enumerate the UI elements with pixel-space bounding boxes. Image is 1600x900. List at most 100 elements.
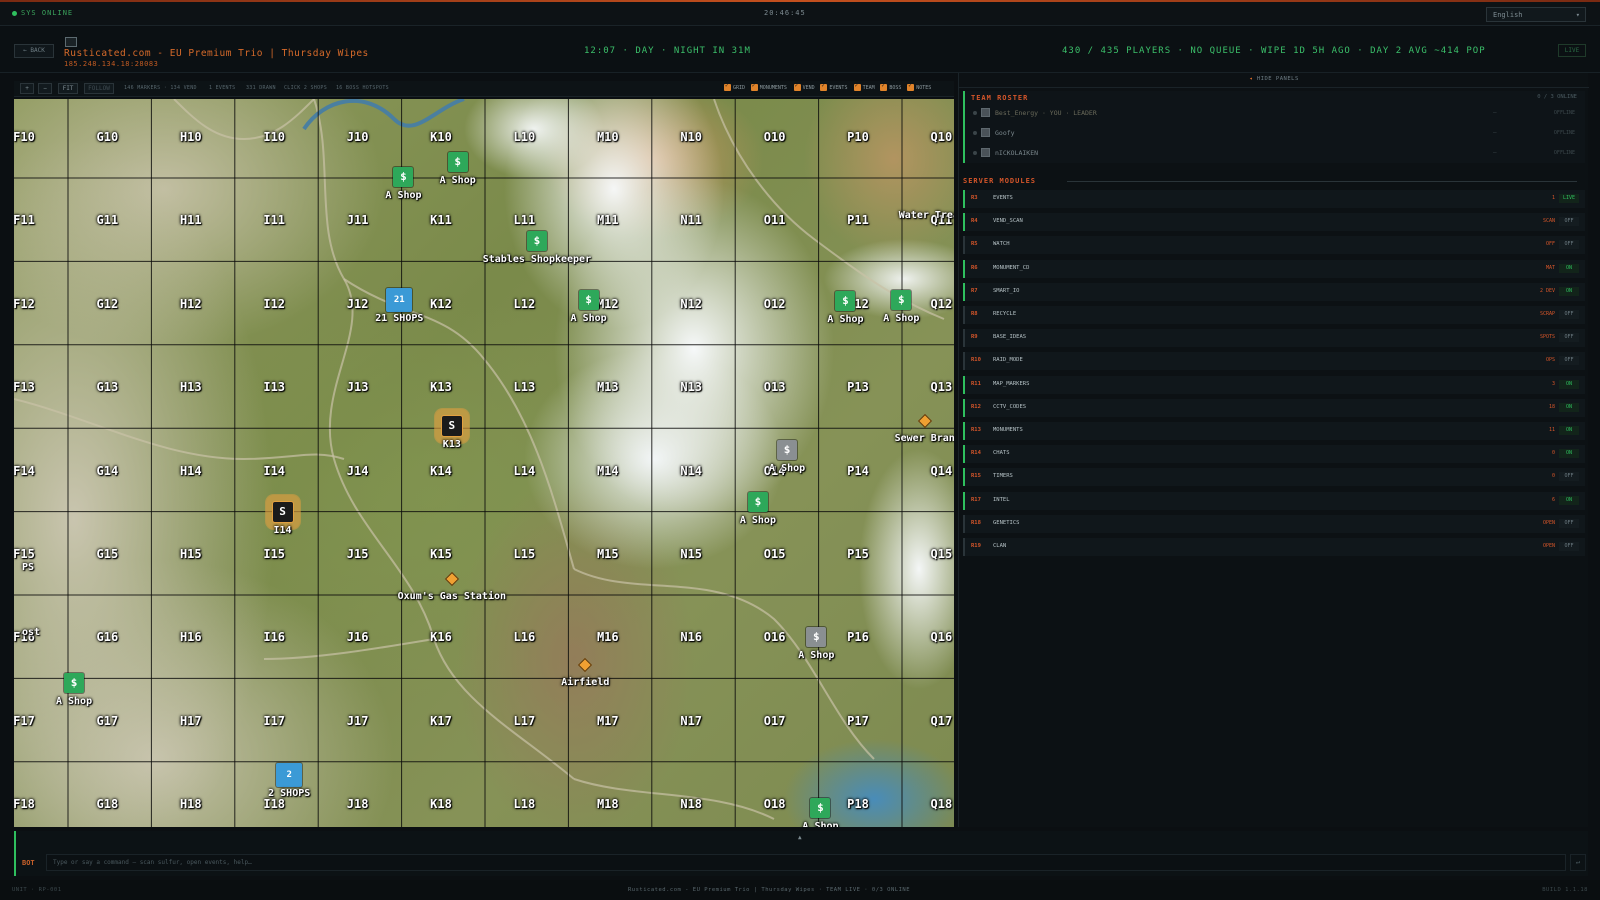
module-row[interactable]: R11 MAP_MARKERS 3 ON (963, 375, 1585, 394)
module-name: CCTV_CODES (993, 403, 1027, 410)
live-button[interactable]: LIVE (1558, 44, 1586, 57)
avatar (981, 108, 990, 117)
fit-button[interactable]: FIT (58, 83, 78, 94)
filter-boss[interactable]: BOSS (880, 82, 901, 91)
module-row[interactable]: R3 EVENTS 1 LIVE (963, 190, 1585, 208)
vending-shop-icon[interactable]: $ (891, 289, 912, 310)
world-map[interactable]: F10 G10 H10 I10 J10 K10 L10 M10 N10 O10 P10 Q10 F11 G… (14, 99, 954, 827)
module-toggle[interactable]: OFF (1559, 217, 1579, 227)
filter-vend[interactable]: VEND (793, 82, 815, 91)
module-row[interactable]: R17 INTEL 6 ON (963, 491, 1585, 510)
module-row[interactable]: R12 CCTV_CODES 18 ON (963, 398, 1585, 417)
module-toggle[interactable]: ON (1559, 449, 1579, 459)
module-meta: MAT (1545, 264, 1555, 271)
module-toggle[interactable]: ON (1559, 426, 1579, 435)
collapse-up-icon[interactable]: ▲ (798, 834, 802, 841)
module-row[interactable]: R10 RAID_MODE OPS OFF (963, 352, 1585, 371)
vending-shop-icon[interactable]: $ (806, 627, 827, 648)
avatar (981, 128, 990, 137)
right-panel: ◂ HIDE PANELS TEAM ROSTER 0 / 3 ONLINE B… (958, 73, 1589, 827)
module-toggle[interactable]: OFF (1559, 472, 1579, 482)
grid-cell-label: J11 (346, 213, 369, 228)
module-toggle[interactable]: OFF (1559, 240, 1579, 250)
module-meta: OFF (1545, 241, 1555, 248)
grid-cell-label: K15 (430, 547, 452, 561)
grid-cell-label: N12 (680, 296, 703, 311)
language-select[interactable]: English ▾ (1486, 7, 1586, 22)
filter-notes[interactable]: NOTES (907, 82, 931, 91)
module-row[interactable]: R13 MONUMENTS 11 ON (963, 422, 1585, 440)
shop-cluster-icon[interactable]: 21 (386, 287, 413, 312)
zoom-out-button[interactable]: − (38, 83, 52, 94)
module-toggle[interactable]: LIVE (1559, 194, 1579, 203)
grid-cell-label: M15 (596, 547, 619, 561)
module-row[interactable]: R18 GENETICS OPEN OFF (963, 514, 1585, 533)
vending-shop-icon[interactable]: $ (393, 167, 414, 188)
filter-monuments[interactable]: MONUMENTS (750, 82, 787, 91)
module-toggle[interactable]: ON (1559, 263, 1579, 273)
member-name: nICKOLAIKEN (995, 149, 1039, 157)
module-id: R5 (971, 241, 978, 248)
vending-shop-icon[interactable]: $ (777, 439, 798, 460)
checkbox-icon (880, 82, 888, 91)
module-toggle[interactable]: ON (1559, 402, 1579, 412)
module-row[interactable]: R9 BASE_IDEAS SPOTS OFF (963, 329, 1585, 348)
grid-cell-label: N15 (680, 547, 703, 561)
vending-shop-icon[interactable]: $ (747, 492, 768, 513)
module-toggle[interactable]: ON (1559, 495, 1579, 505)
vending-shop-icon[interactable]: $ (578, 289, 599, 310)
command-input[interactable] (46, 854, 1566, 871)
grid-cell-label: O10 (763, 130, 786, 144)
module-row[interactable]: R7 SMART_IO 2 DEV ON (963, 282, 1585, 301)
module-row[interactable]: R5 WATCH OFF OFF (963, 236, 1585, 255)
module-row[interactable]: R19 CLAN OPEN OFF (963, 538, 1585, 556)
marker-label: A Shop (55, 696, 93, 708)
module-row[interactable]: R14 CHATS 0 ON (963, 445, 1585, 464)
back-button[interactable]: ← BACK (14, 44, 54, 58)
filter-grid[interactable]: GRID (724, 82, 745, 91)
module-row[interactable]: R8 RECYCLE SCRAP OFF (963, 306, 1585, 324)
module-name: MONUMENTS (993, 427, 1023, 433)
module-toggle[interactable]: ON (1559, 379, 1579, 389)
roster-member[interactable]: nICKOLAIKEN — OFFLINE (973, 144, 1581, 162)
module-toggle[interactable]: OFF (1559, 310, 1579, 319)
grid-cell-label: Q18 (930, 797, 953, 812)
module-meta: 0 (1551, 450, 1555, 457)
vending-shop-icon[interactable]: $ (835, 291, 856, 312)
filter-events[interactable]: EVENTS (820, 82, 847, 91)
grid-cell-label: J13 (346, 380, 369, 395)
send-button[interactable]: ↵ (1570, 854, 1586, 871)
marker-label: A Shop (827, 314, 864, 326)
grid-cell-label: P11 (847, 213, 869, 228)
vending-shop-icon[interactable]: $ (64, 673, 85, 694)
shop-cluster-icon[interactable]: 2 (276, 763, 303, 787)
grid-cell-label: Q13 (930, 380, 953, 395)
module-toggle[interactable]: OFF (1559, 333, 1579, 343)
clock: 20:46:45 (764, 9, 806, 17)
grid-cell-label: P13 (847, 380, 869, 395)
module-row[interactable]: R4 VEND_SCAN SCAN OFF (963, 213, 1585, 232)
module-toggle[interactable]: ON (1559, 286, 1579, 296)
zoom-in-button[interactable]: + (20, 83, 34, 94)
grid-cell-label: K13 (430, 380, 452, 395)
boss-hotspot-icon[interactable]: S (271, 501, 294, 524)
boss-hotspot-icon[interactable]: S (440, 415, 463, 438)
module-row[interactable]: R6 MONUMENT_CD MAT ON (963, 259, 1585, 278)
module-row[interactable]: R15 TIMERS 0 OFF (963, 468, 1585, 487)
roster-member[interactable]: Goofy — OFFLINE (973, 124, 1581, 142)
module-toggle[interactable]: OFF (1559, 542, 1579, 551)
grid-cell-label: H18 (179, 797, 202, 812)
roster-member[interactable]: Best_Energy · YOU · LEADER — OFFLINE (973, 104, 1581, 122)
vending-shop-icon[interactable]: $ (526, 231, 547, 252)
vending-shop-icon[interactable]: $ (810, 798, 831, 819)
vending-shop-icon[interactable]: $ (447, 152, 468, 173)
follow-button[interactable]: FOLLOW (84, 83, 114, 94)
grid-cell-label: O16 (763, 630, 786, 645)
marker-label: A Shop (769, 462, 806, 474)
server-name: Rusticated.com - EU Premium Trio | Thurs… (64, 48, 369, 59)
filter-team[interactable]: TEAM (853, 82, 875, 91)
module-toggle[interactable]: OFF (1559, 356, 1579, 366)
module-toggle[interactable]: OFF (1559, 518, 1579, 528)
hide-panels-button[interactable]: ◂ HIDE PANELS (959, 76, 1589, 88)
module-id: R6 (971, 264, 978, 271)
